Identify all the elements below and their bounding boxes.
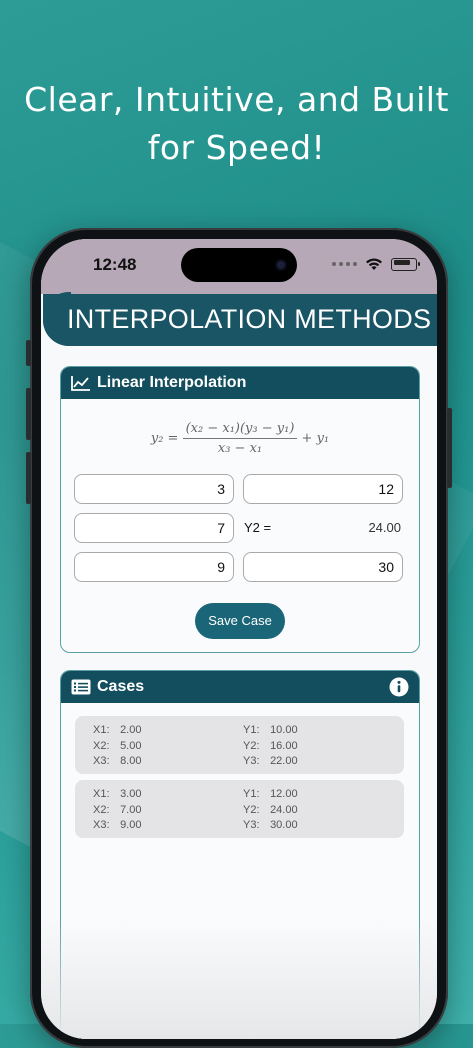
case-y-values: Y1: 10.00 Y2: 16.00 Y3: 22.00 [243, 723, 298, 770]
wifi-icon [366, 258, 382, 270]
x3-label: X3: [93, 755, 110, 767]
x3-input[interactable]: 9 [74, 552, 234, 582]
line-chart-icon [71, 375, 91, 391]
list-icon [71, 679, 91, 695]
cases-card-title: Cases [97, 678, 145, 695]
status-time: 12:48 [93, 255, 137, 274]
cases-card-header: Cases [61, 671, 419, 703]
camera-lens-icon [275, 259, 287, 271]
case-y-values: Y1: 12.00 Y2: 24.00 Y3: 30.00 [243, 787, 298, 834]
x2-value: 7.00 [120, 803, 142, 816]
volume-down-button [26, 452, 31, 504]
case-x-values: X1: 2.00 X2: 5.00 X3: 8.00 [93, 723, 141, 770]
formula-numerator: (x₂ − x₁)(y₃ − y₁) [182, 421, 298, 439]
y3-label: Y3: [243, 819, 260, 831]
y3-value: 22.00 [270, 755, 298, 767]
linear-card-title: Linear Interpolation [97, 374, 247, 391]
y2-label: Y2: [243, 803, 260, 816]
y3-label: Y3: [243, 755, 260, 767]
formula-denominator: x₃ − x₁ [217, 441, 263, 456]
linear-interpolation-card: Linear Interpolation y₂ = (x₂ − x₁)(y₃ −… [60, 366, 420, 653]
headline-line-1: Clear, Intuitive, and Built [24, 80, 449, 119]
y1-value: 10.00 [270, 724, 298, 736]
x2-label: X2: [93, 803, 110, 816]
x1-label: X1: [93, 724, 110, 736]
status-indicators [332, 257, 420, 271]
y2-value: 24.00 [270, 803, 298, 816]
battery-icon [391, 257, 420, 271]
y2-label: Y2: [243, 739, 260, 752]
y3-value: 30.00 [270, 819, 298, 831]
phone-screen: 12:48 INTERPOLATION METHODS Linear Inter… [41, 239, 437, 1039]
app-title: INTERPOLATION METHODS [67, 304, 432, 334]
y1-input[interactable]: 12 [243, 474, 403, 504]
interpolation-formula: y₂ = (x₂ − x₁)(y₃ − y₁) x₃ − x₁ + y₁ [61, 421, 419, 465]
formula-fraction: (x₂ − x₁)(y₃ − y₁) x₃ − x₁ [182, 421, 298, 456]
app-title-bar: INTERPOLATION METHODS [43, 292, 437, 346]
y1-label: Y1: [243, 788, 260, 800]
bottom-fade [41, 919, 437, 1039]
x1-label: X1: [93, 788, 110, 800]
y1-label: Y1: [243, 724, 260, 736]
case-row[interactable]: X1: 3.00 X2: 7.00 X3: 9.00 Y1: 12.00 Y2:… [75, 780, 404, 838]
x3-value: 9.00 [120, 819, 142, 831]
case-x-values: X1: 3.00 X2: 7.00 X3: 9.00 [93, 787, 141, 834]
x2-input[interactable]: 7 [74, 513, 234, 543]
status-bar: 12:48 [41, 239, 437, 294]
signal-icon [332, 262, 357, 266]
promo-headline: Clear, Intuitive, and Built for Speed! [0, 76, 473, 172]
linear-card-header: Linear Interpolation [61, 367, 419, 399]
dynamic-island [181, 248, 297, 282]
case-row[interactable]: X1: 2.00 X2: 5.00 X3: 8.00 Y1: 10.00 Y2:… [75, 716, 404, 774]
formula-lhs: y₂ = [150, 431, 179, 446]
x2-value: 5.00 [120, 739, 142, 752]
x1-input[interactable]: 3 [74, 474, 234, 504]
formula-rhs: + y₁ [301, 431, 330, 446]
info-icon[interactable] [389, 677, 409, 702]
x2-label: X2: [93, 739, 110, 752]
x3-value: 8.00 [120, 755, 142, 767]
phone-frame: 12:48 INTERPOLATION METHODS Linear Inter… [26, 228, 452, 1048]
x1-value: 2.00 [120, 724, 142, 736]
y3-input[interactable]: 30 [243, 552, 403, 582]
y2-value: 16.00 [270, 739, 298, 752]
y1-value: 12.00 [270, 788, 298, 800]
action-button [26, 340, 31, 366]
x1-value: 3.00 [120, 788, 142, 800]
x3-label: X3: [93, 819, 110, 831]
volume-up-button [26, 388, 31, 440]
power-button [447, 408, 452, 488]
y2-label: Y2 = [244, 520, 272, 535]
headline-line-2: for Speed! [147, 128, 326, 167]
save-case-button[interactable]: Save Case [195, 603, 285, 639]
y2-result: 24.00 [368, 520, 401, 535]
